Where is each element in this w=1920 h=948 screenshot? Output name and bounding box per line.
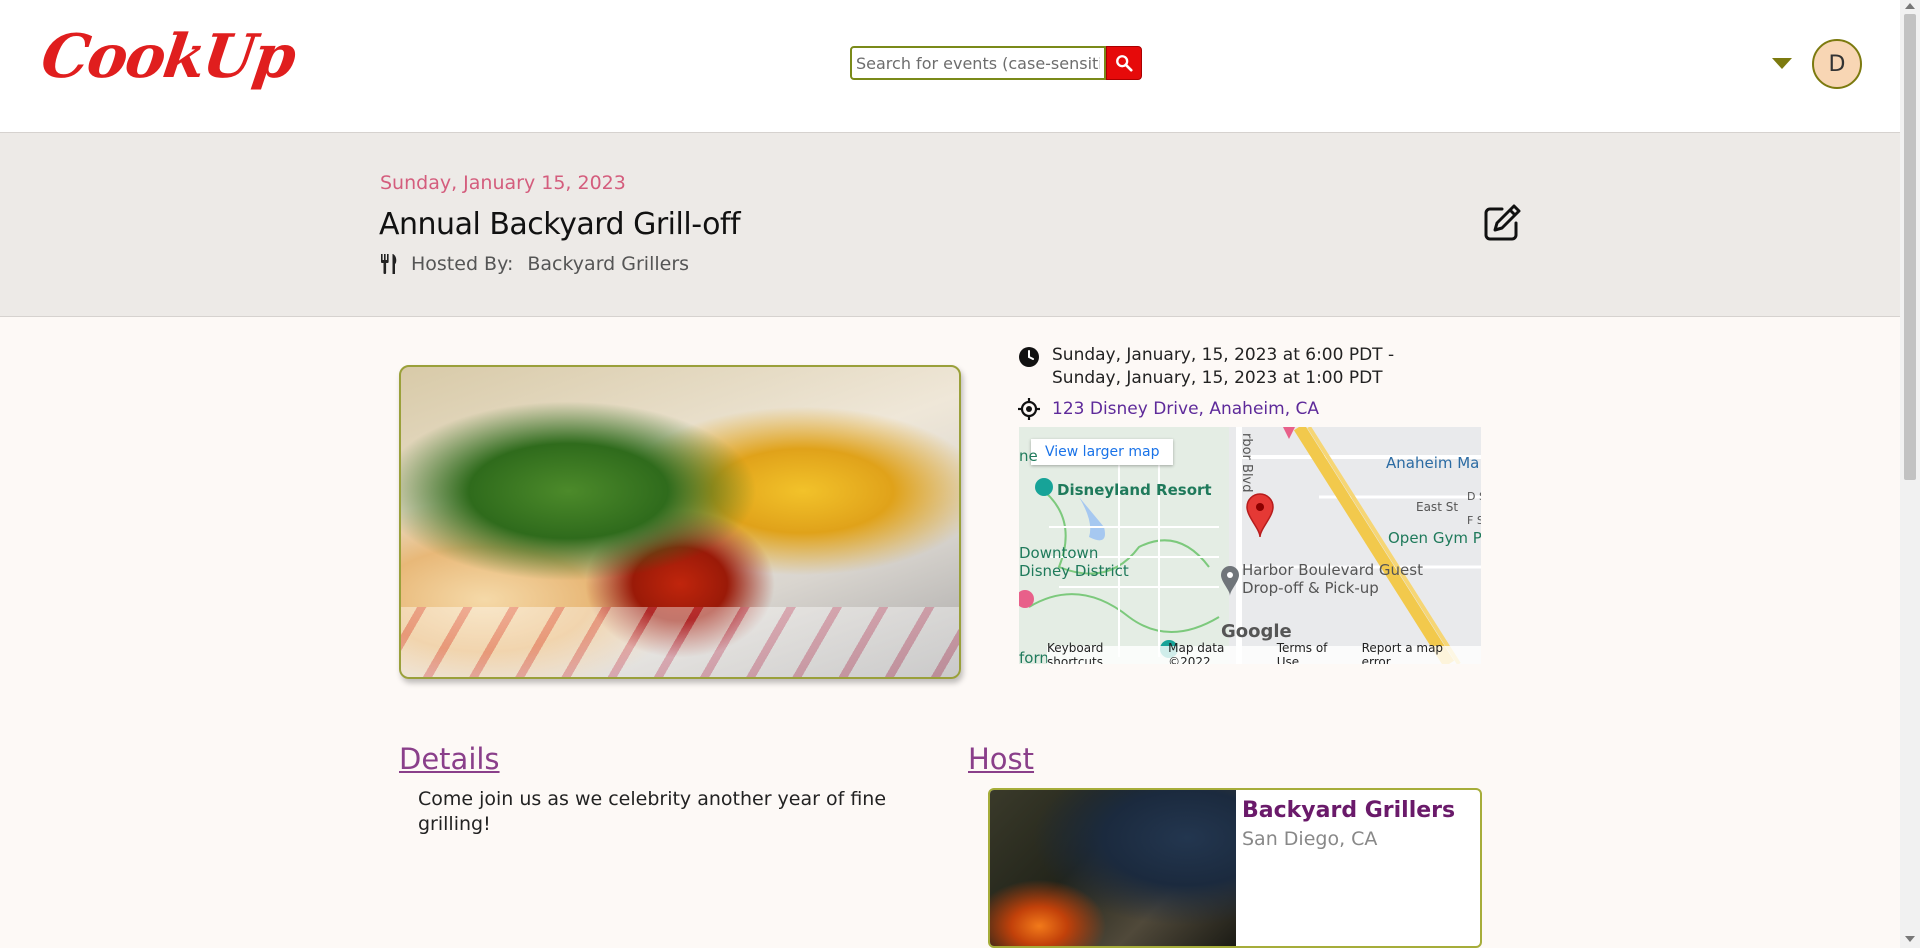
- hosted-by-row: Hosted By: Backyard Grillers: [379, 253, 689, 275]
- map-label-f-st: F St: [1467, 514, 1481, 527]
- map-footer: Keyboard shortcuts Map data ©2022 Terms …: [1047, 641, 1481, 664]
- map-label-d-s: D S: [1467, 490, 1481, 503]
- map-data-text: Map data ©2022: [1168, 641, 1225, 664]
- page-title: Annual Backyard Grill-off: [379, 207, 741, 242]
- event-time-end: Sunday, January, 15, 2023 at 1:00 PDT: [1052, 368, 1383, 388]
- scroll-down-arrow-icon[interactable]: [1905, 936, 1915, 942]
- cookup-logo[interactable]: CookUp: [37, 22, 298, 92]
- edit-icon: [1484, 204, 1521, 241]
- event-banner: Sunday, January 15, 2023 Annual Backyard…: [0, 133, 1900, 317]
- map-label-forn: forn: [1019, 649, 1049, 664]
- hosted-by-label: Hosted By:: [411, 253, 514, 275]
- search-bar: [850, 46, 1142, 80]
- map-label-open-gym: Open Gym P: [1388, 529, 1481, 547]
- avatar[interactable]: D: [1812, 39, 1862, 89]
- image-decoration: [401, 607, 959, 677]
- scroll-up-arrow-icon[interactable]: [1905, 3, 1915, 9]
- google-logo: Google: [1221, 621, 1292, 642]
- map-label-anaheim: Anaheim Ma: [1386, 454, 1480, 472]
- event-location-row: 123 Disney Drive, Anaheim, CA: [1018, 398, 1319, 420]
- map-label-disney-district: Disney District: [1019, 562, 1129, 580]
- host-card[interactable]: Backyard Grillers San Diego, CA: [988, 788, 1482, 948]
- map-label-harbor-guest: Harbor Boulevard Guest: [1242, 561, 1423, 579]
- report-map-error-link[interactable]: Report a map error: [1362, 641, 1467, 664]
- event-image: [399, 365, 961, 679]
- search-button[interactable]: [1106, 46, 1142, 80]
- utensils-icon: [381, 254, 397, 274]
- map-label-dropoff: Drop-off & Pick-up: [1242, 579, 1379, 597]
- scrollbar[interactable]: [1900, 0, 1920, 948]
- chevron-down-icon[interactable]: [1772, 58, 1792, 69]
- scrollbar-thumb[interactable]: [1904, 14, 1916, 480]
- map-label-ne: ne: [1019, 447, 1038, 465]
- host-heading[interactable]: Host: [968, 742, 1034, 776]
- event-time-start: Sunday, January, 15, 2023 at 6:00 PDT -: [1052, 345, 1395, 365]
- event-date: Sunday, January 15, 2023: [380, 172, 626, 194]
- details-text: Come join us as we celebrity another yea…: [418, 788, 887, 835]
- event-time-text: Sunday, January, 15, 2023 at 6:00 PDT - …: [1052, 344, 1394, 390]
- clock-icon: [1019, 347, 1039, 367]
- hosted-by-name[interactable]: Backyard Grillers: [527, 253, 689, 275]
- location-crosshair-icon: [1018, 398, 1040, 420]
- host-location: San Diego, CA: [1242, 828, 1378, 850]
- map-label-harbor-blvd: rbor Blvd: [1239, 433, 1254, 493]
- host-image: [990, 790, 1236, 946]
- event-location-link[interactable]: 123 Disney Drive, Anaheim, CA: [1052, 399, 1319, 419]
- details-heading[interactable]: Details: [399, 742, 500, 776]
- map-label-downtown: Downtown: [1019, 544, 1099, 562]
- terms-of-use-link[interactable]: Terms of Use: [1277, 641, 1348, 664]
- map-label-east-st: East St: [1416, 500, 1459, 514]
- edit-event-button[interactable]: [1480, 201, 1524, 245]
- keyboard-shortcuts-link[interactable]: Keyboard shortcuts: [1047, 641, 1154, 664]
- embedded-map[interactable]: View larger map Disneyland Resort Downto…: [1019, 427, 1481, 664]
- search-icon: [1116, 55, 1133, 72]
- search-input[interactable]: [850, 46, 1106, 80]
- event-time-row: Sunday, January, 15, 2023 at 6:00 PDT - …: [1018, 344, 1394, 390]
- map-label-disneyland: Disneyland Resort: [1057, 481, 1212, 499]
- top-nav-bar: CookUp D: [0, 0, 1900, 133]
- view-larger-map-link[interactable]: View larger map: [1031, 439, 1174, 465]
- host-name[interactable]: Backyard Grillers: [1242, 798, 1455, 823]
